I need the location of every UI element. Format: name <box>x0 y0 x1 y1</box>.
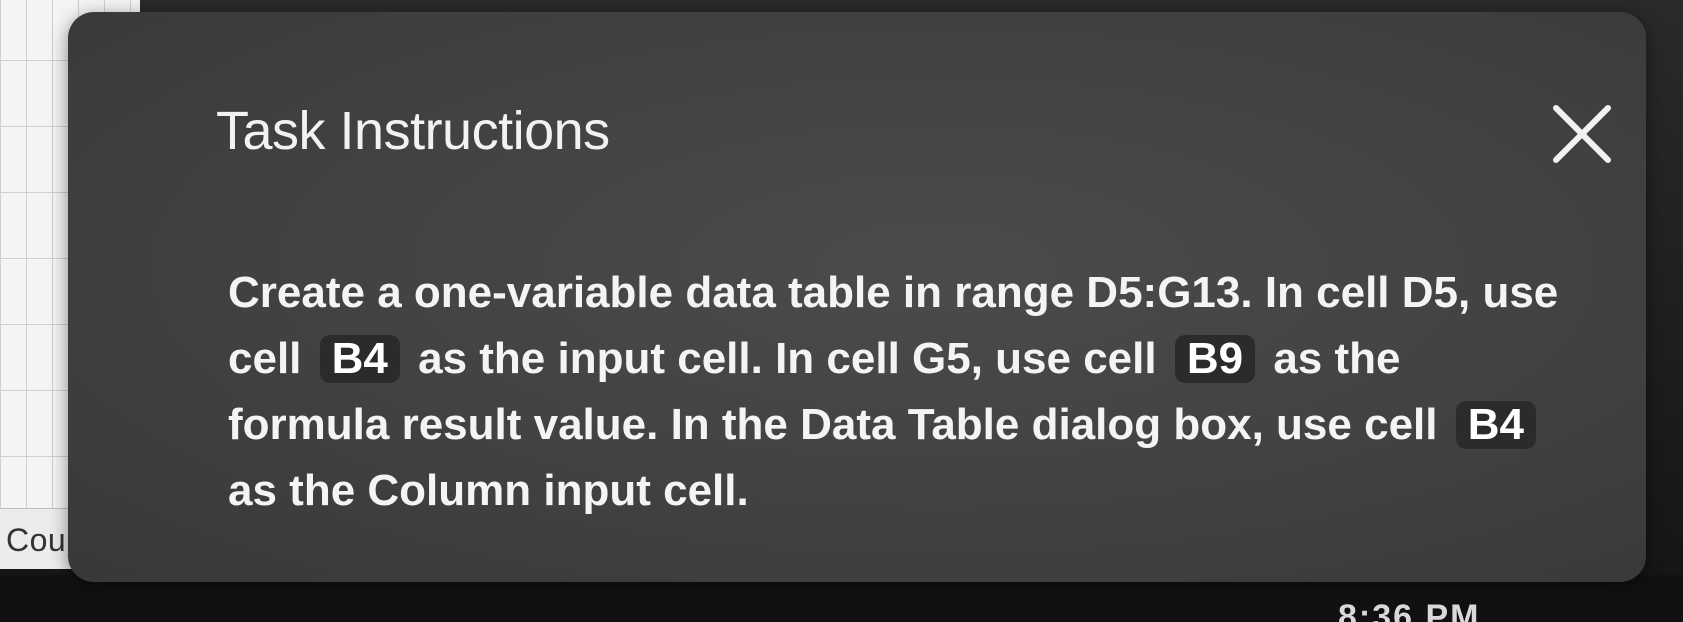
task-instructions-dialog: Task Instructions Create a one-variable … <box>68 12 1646 582</box>
cell-reference-badge: B4 <box>319 335 400 383</box>
instruction-segment: as the Column input cell. <box>228 466 749 515</box>
taskbar-clock: 8:36 PM <box>1338 598 1481 622</box>
dialog-title: Task Instructions <box>216 101 610 161</box>
close-x-icon <box>1553 105 1611 163</box>
screen: Count: 8:36 PM Task Instructions Create … <box>0 0 1683 622</box>
close-button[interactable] <box>1546 98 1618 170</box>
instruction-segment: as the input cell. In cell G5, use cell <box>418 334 1157 383</box>
cell-reference-badge: B9 <box>1174 335 1256 383</box>
instruction-text: Create a one-variable data table in rang… <box>228 260 1568 524</box>
cell-reference-badge: B4 <box>1455 401 1536 449</box>
